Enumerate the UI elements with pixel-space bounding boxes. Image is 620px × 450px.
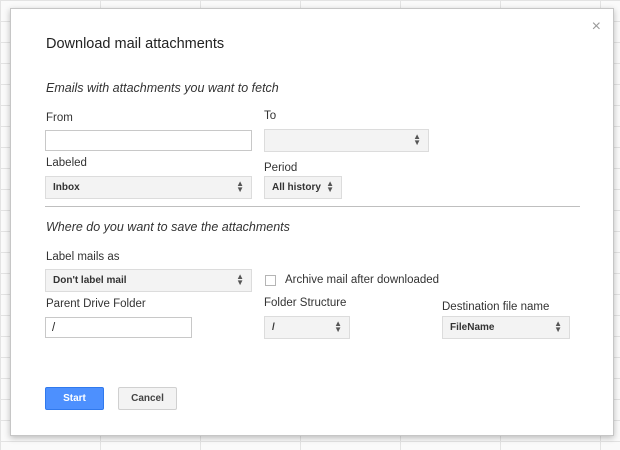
- archive-label: Archive mail after downloaded: [285, 274, 440, 286]
- period-label: Period: [264, 162, 298, 174]
- select-arrows-icon: ▲ ▼: [236, 272, 244, 287]
- destination-name-label: Destination file name: [442, 301, 550, 313]
- labeled-select[interactable]: Inbox ▲ ▼: [45, 176, 252, 199]
- section-divider: [45, 206, 580, 207]
- fetch-section-heading: Emails with attachments you want to fetc…: [46, 81, 279, 95]
- select-arrows-icon: ▲ ▼: [554, 319, 562, 334]
- parent-folder-label: Parent Drive Folder: [46, 298, 146, 310]
- save-section-heading: Where do you want to save the attachment…: [46, 220, 290, 234]
- destination-name-select[interactable]: FileName ▲ ▼: [442, 316, 570, 339]
- label-mails-select[interactable]: Don't label mail ▲ ▼: [45, 269, 252, 292]
- destination-name-select-value: FileName: [450, 322, 495, 333]
- archive-checkbox[interactable]: [265, 275, 276, 286]
- period-select[interactable]: All history ▲ ▼: [264, 176, 342, 199]
- dialog-title: Download mail attachments: [46, 36, 225, 52]
- folder-structure-select-value: /: [272, 322, 275, 333]
- to-select[interactable]: ▲ ▼: [264, 129, 429, 152]
- from-input[interactable]: [45, 130, 252, 151]
- period-select-value: All history: [272, 182, 321, 193]
- select-arrows-icon: ▲ ▼: [334, 319, 342, 334]
- labeled-select-value: Inbox: [53, 182, 80, 193]
- to-label: To: [264, 110, 277, 122]
- select-arrows-icon: ▲ ▼: [236, 179, 244, 194]
- close-icon[interactable]: ×: [592, 19, 601, 35]
- folder-structure-label: Folder Structure: [264, 297, 347, 309]
- cancel-button[interactable]: Cancel: [118, 387, 177, 410]
- from-label: From: [46, 112, 73, 124]
- labeled-label: Labeled: [46, 157, 87, 169]
- folder-structure-select[interactable]: / ▲ ▼: [264, 316, 350, 339]
- label-mails-as-label: Label mails as: [46, 251, 120, 263]
- download-attachments-dialog: × Download mail attachments Emails with …: [10, 8, 614, 436]
- select-arrows-icon: ▲ ▼: [413, 132, 421, 147]
- label-mails-select-value: Don't label mail: [53, 275, 127, 286]
- start-button[interactable]: Start: [45, 387, 104, 410]
- parent-folder-input[interactable]: [45, 317, 192, 338]
- select-arrows-icon: ▲ ▼: [326, 179, 334, 194]
